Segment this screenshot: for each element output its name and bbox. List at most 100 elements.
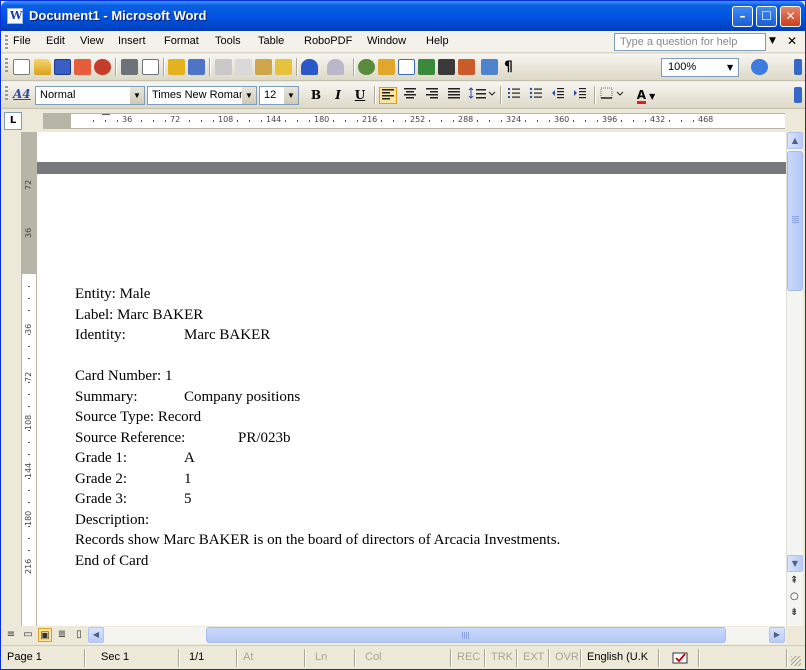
ask-question-input[interactable]: Type a question for help xyxy=(614,33,766,51)
document-line[interactable]: Entity: Male xyxy=(75,284,150,304)
menu-robopdf[interactable]: RoboPDF xyxy=(304,35,352,47)
document-line[interactable]: Source Type: Record xyxy=(75,407,201,427)
numbering-button[interactable] xyxy=(505,87,523,104)
document-line[interactable]: Records show Marc BAKER is on the board … xyxy=(75,530,560,550)
outline-view-icon[interactable]: ≣ xyxy=(55,628,69,642)
zoom-dropdown-icon[interactable]: ▼ xyxy=(727,63,733,72)
new-document-icon[interactable] xyxy=(13,59,30,75)
decrease-indent-button[interactable] xyxy=(549,87,567,104)
status-ext[interactable]: EXT xyxy=(519,649,549,667)
normal-view-icon[interactable]: ≡ xyxy=(4,628,18,642)
hyperlink-icon[interactable] xyxy=(358,59,375,75)
research-icon[interactable] xyxy=(188,59,205,75)
minimize-button[interactable]: – xyxy=(732,6,753,27)
font-color-dropdown-icon[interactable]: ▼ xyxy=(649,92,655,101)
status-column[interactable]: Col xyxy=(357,649,451,667)
copy-icon[interactable] xyxy=(235,59,252,75)
document-line[interactable]: Label: Marc BAKER xyxy=(75,305,203,325)
spelling-icon[interactable] xyxy=(168,59,185,75)
document-line[interactable]: Summary: Company positions xyxy=(75,387,300,407)
insert-table-icon[interactable] xyxy=(398,59,415,75)
toolbar-options-icon[interactable] xyxy=(794,59,802,75)
maximize-button[interactable]: ☐ xyxy=(756,6,777,27)
status-trk[interactable]: TRK xyxy=(487,649,517,667)
font-size-select[interactable]: 12 ▼ xyxy=(259,86,299,105)
bullets-button[interactable] xyxy=(527,87,545,104)
document-line[interactable]: Grade 2: 1 xyxy=(75,469,192,489)
document-line[interactable]: End of Card xyxy=(75,551,148,571)
show-hide-pilcrow-icon[interactable]: ¶ xyxy=(504,59,513,75)
styles-formatting-icon[interactable]: A4 xyxy=(13,87,31,101)
scroll-down-button[interactable]: ▼ xyxy=(787,555,803,572)
tables-borders-icon[interactable] xyxy=(378,59,395,75)
redo-icon[interactable] xyxy=(327,59,344,75)
vertical-scrollbar[interactable]: ▲ ▼ ⇞ ○ ⇟ xyxy=(786,132,803,626)
menu-table[interactable]: Table xyxy=(258,35,284,47)
scroll-left-button[interactable]: ◀ xyxy=(88,627,104,643)
toolbar-grip-icon[interactable] xyxy=(5,86,8,100)
status-page-count[interactable]: 1/1 xyxy=(181,649,237,667)
line-spacing-button[interactable] xyxy=(467,87,497,104)
document-line[interactable]: Description: xyxy=(75,510,149,530)
document-line[interactable]: Grade 1: A xyxy=(75,448,195,468)
status-rec[interactable]: REC xyxy=(453,649,485,667)
status-line[interactable]: Ln xyxy=(307,649,355,667)
toolbar-grip-icon[interactable] xyxy=(5,58,8,72)
font-dropdown-icon[interactable]: ▼ xyxy=(242,87,256,104)
status-page[interactable]: Page 1 xyxy=(3,649,85,667)
indent-marker-icon[interactable] xyxy=(102,114,110,128)
close-button[interactable]: ✕ xyxy=(780,6,801,27)
menu-view[interactable]: View xyxy=(80,35,104,47)
title-bar[interactable]: Document1 - Microsoft Word – ☐ ✕ xyxy=(1,1,805,31)
document-line[interactable]: Grade 3: 5 xyxy=(75,489,192,509)
style-dropdown-icon[interactable]: ▼ xyxy=(130,87,144,104)
toolbar-options-icon[interactable] xyxy=(794,87,802,103)
paste-icon[interactable] xyxy=(255,59,272,75)
document-line[interactable]: Identity: Marc BAKER xyxy=(75,325,270,345)
justify-button[interactable] xyxy=(445,87,463,104)
horizontal-ruler[interactable]: 36 72 108 144 180 216 252 288 324 360 396 432 468 xyxy=(43,113,785,129)
document-line[interactable]: Source Reference: PR/023b xyxy=(75,428,291,448)
font-size-dropdown-icon[interactable]: ▼ xyxy=(284,87,298,104)
scroll-right-button[interactable]: ▶ xyxy=(769,627,785,643)
reading-layout-view-icon[interactable]: ▯ xyxy=(72,628,86,642)
menu-file[interactable]: File xyxy=(13,35,31,47)
status-language[interactable]: English (U.K xyxy=(583,649,659,667)
horizontal-scroll-thumb[interactable] xyxy=(206,627,726,643)
help-icon[interactable] xyxy=(751,59,768,75)
select-browse-object-icon[interactable]: ○ xyxy=(790,591,799,602)
align-center-button[interactable] xyxy=(401,87,419,104)
menu-window[interactable]: Window xyxy=(367,35,406,47)
format-painter-icon[interactable] xyxy=(275,59,292,75)
save-icon[interactable] xyxy=(54,59,71,75)
align-right-button[interactable] xyxy=(423,87,441,104)
ask-dropdown-icon[interactable]: ▼ xyxy=(769,36,776,46)
print-icon[interactable] xyxy=(121,59,138,75)
status-ovr[interactable]: OVR xyxy=(551,649,581,667)
menu-edit[interactable]: Edit xyxy=(46,35,65,47)
insert-worksheet-icon[interactable] xyxy=(418,59,435,75)
document-map-icon[interactable] xyxy=(481,59,498,75)
web-layout-view-icon[interactable]: ▭ xyxy=(21,628,35,642)
menu-insert[interactable]: Insert xyxy=(118,35,146,47)
columns-icon[interactable] xyxy=(438,59,455,75)
document-canvas[interactable]: Entity: Male Label: Marc BAKER Identity: Ma… xyxy=(37,132,786,626)
status-section[interactable]: Sec 1 xyxy=(87,649,179,667)
scroll-up-button[interactable]: ▲ xyxy=(787,132,803,149)
next-page-icon[interactable]: ⇟ xyxy=(790,607,798,618)
open-folder-icon[interactable] xyxy=(34,59,51,75)
style-select[interactable]: Normal ▼ xyxy=(35,86,145,105)
font-color-button[interactable]: A ▼ xyxy=(631,87,661,104)
document-line[interactable]: Card Number: 1 xyxy=(75,366,172,386)
previous-page-icon[interactable]: ⇞ xyxy=(790,575,798,586)
resize-grip-icon[interactable] xyxy=(791,656,801,666)
align-left-button[interactable] xyxy=(379,87,397,104)
menu-grip-icon[interactable] xyxy=(5,35,8,49)
borders-button[interactable] xyxy=(599,87,627,104)
permission-icon[interactable] xyxy=(74,59,91,75)
vertical-ruler[interactable]: 72 36 36 72 108 144 180 216 xyxy=(21,132,37,626)
email-icon[interactable] xyxy=(94,59,111,75)
font-select[interactable]: Times New Roman ▼ xyxy=(147,86,257,105)
horizontal-scrollbar[interactable]: ◀ ▶ xyxy=(88,627,786,644)
close-document-button[interactable]: ✕ xyxy=(787,34,797,48)
